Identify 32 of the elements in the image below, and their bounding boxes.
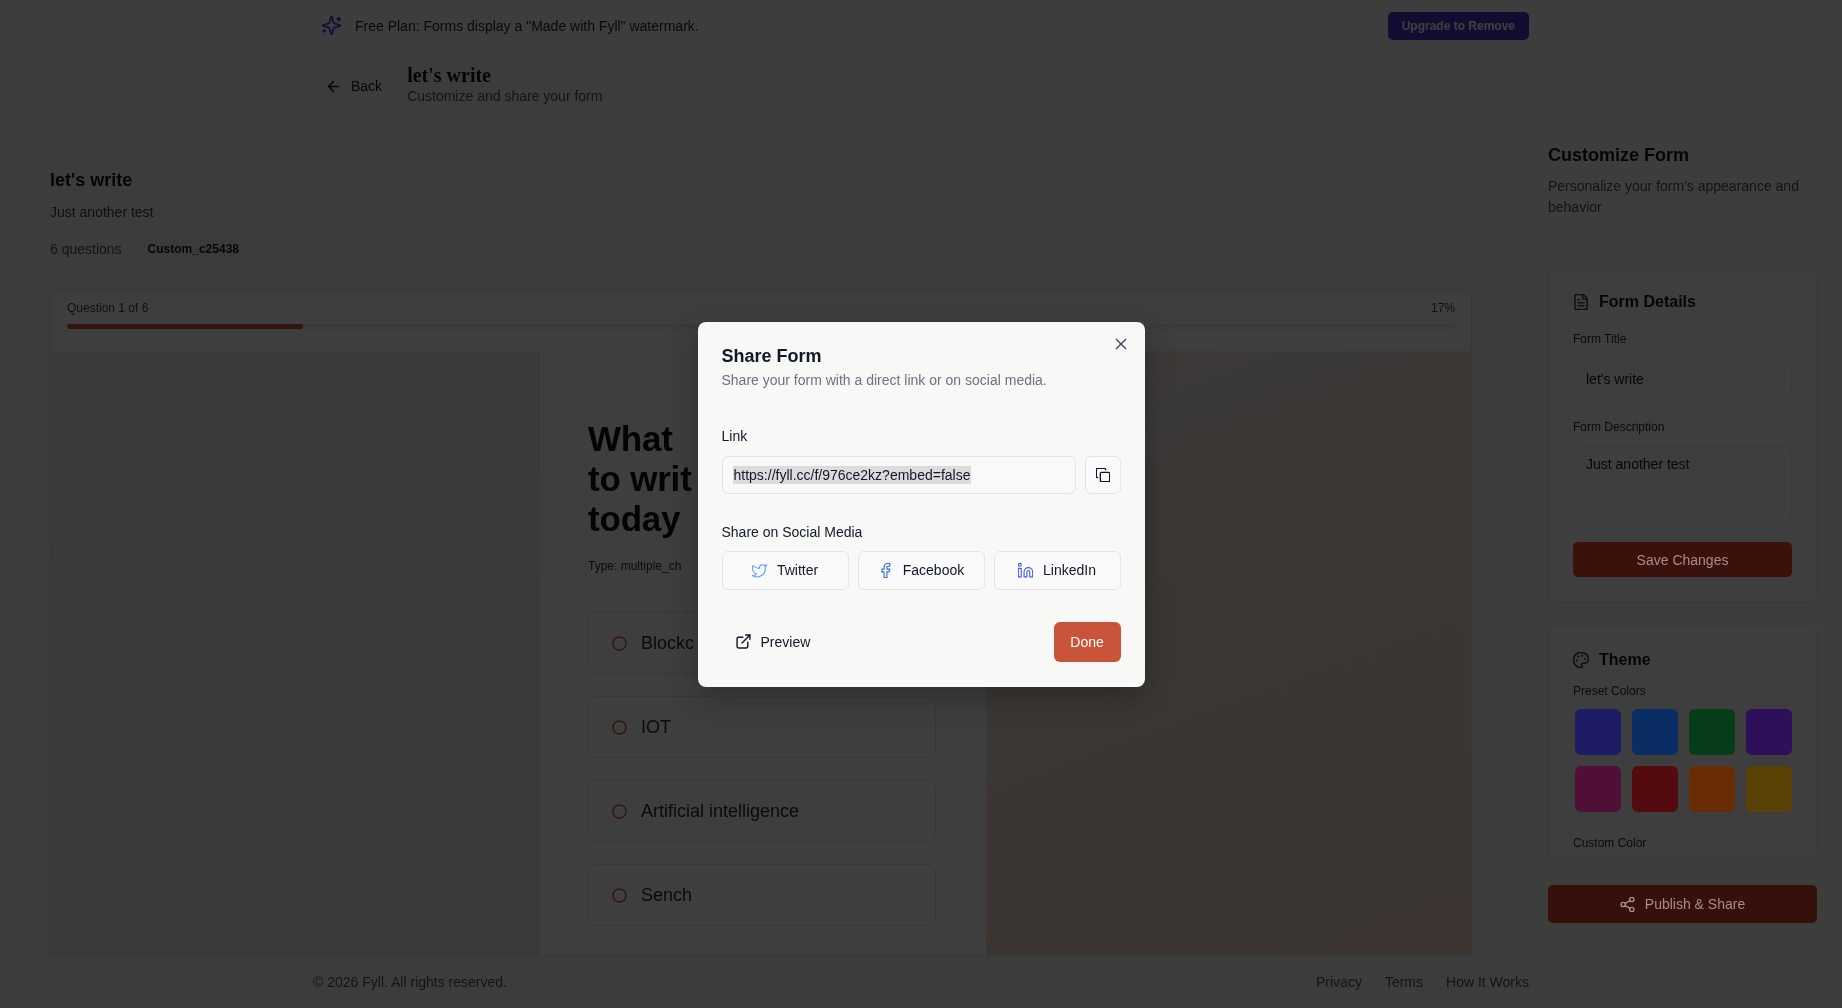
copy-icon	[1095, 467, 1110, 482]
twitter-icon	[751, 562, 767, 578]
form-title: let's write	[50, 169, 134, 192]
preview-button[interactable]: Preview	[721, 625, 821, 658]
dialog-subtitle: Share your form with a direct link or on social media.	[721, 370, 1048, 390]
save-changes-button[interactable]: Save Changes	[1573, 542, 1792, 577]
dialog-title: Share Form	[721, 344, 823, 368]
color-swatch[interactable]	[1632, 709, 1678, 755]
section-heading: Form Details	[1599, 292, 1696, 312]
share-button[interactable]: Facebook	[857, 550, 985, 590]
color-swatch[interactable]	[1689, 766, 1735, 812]
color-swatch[interactable]	[1746, 766, 1792, 812]
copy-button[interactable]	[1084, 455, 1121, 494]
social-label: Share on Social Media	[721, 522, 864, 542]
link-label: Link	[721, 426, 749, 446]
external-link-icon	[735, 634, 751, 649]
color-swatch[interactable]	[1575, 766, 1621, 812]
share-button[interactable]: LinkedIn	[993, 550, 1121, 590]
color-swatch[interactable]	[1689, 709, 1735, 755]
link-field[interactable]: https://fyll.cc/f/976ce2kz?embed=false	[721, 455, 1076, 494]
color-swatch[interactable]	[1575, 709, 1621, 755]
share-button[interactable]: Twitter	[721, 550, 849, 590]
publish-share-button[interactable]: Publish & Share	[1548, 885, 1817, 923]
color-swatch[interactable]	[1632, 766, 1678, 812]
question-text: What to writ today	[588, 419, 692, 539]
section-heading: Theme	[1599, 650, 1651, 670]
done-button[interactable]: Done	[1053, 621, 1121, 662]
page-title: let's write	[407, 63, 492, 87]
color-swatch[interactable]	[1746, 709, 1792, 755]
share-icon	[1619, 896, 1635, 912]
linkedin-icon	[1018, 562, 1034, 578]
panel-title: Customize Form	[1548, 144, 1690, 167]
